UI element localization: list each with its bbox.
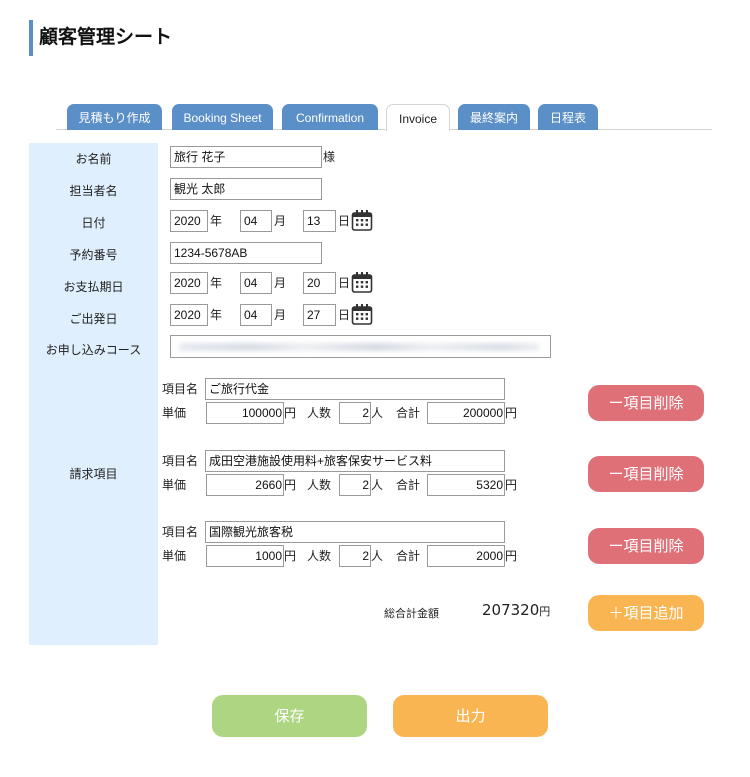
departure-month-input[interactable]: 04 <box>240 304 272 326</box>
yen-unit: 円 <box>505 549 518 563</box>
item-name-label: 項目名 <box>162 382 199 396</box>
yen-unit: 円 <box>284 478 297 492</box>
grand-total: 207320円 <box>482 601 550 619</box>
tab-booking-sheet[interactable]: Booking Sheet <box>172 104 273 130</box>
subtotal-input[interactable]: 5320 <box>427 474 505 496</box>
departure-year-input[interactable]: 2020 <box>170 304 208 326</box>
page-title: 顧客管理シート <box>29 20 172 56</box>
grand-total-value: 207320 <box>482 601 540 619</box>
departure-label: ご出発日 <box>69 312 118 326</box>
payment-due-day-input[interactable]: 20 <box>303 272 336 294</box>
payment-due-label: お支払期日 <box>63 280 124 294</box>
tab-invoice[interactable]: Invoice <box>386 104 450 131</box>
departure-day-input[interactable]: 27 <box>303 304 336 326</box>
tab-itinerary[interactable]: 日程表 <box>538 104 598 130</box>
item-name-input[interactable]: ご旅行代金 <box>205 378 505 400</box>
course-label: お申し込みコース <box>45 343 142 357</box>
unit-price-label: 単価 <box>162 478 187 492</box>
staff-name-label: 担当者名 <box>69 184 118 198</box>
add-item-button[interactable]: ＋項目追加 <box>588 595 704 631</box>
subtotal-input[interactable]: 200000 <box>427 402 505 424</box>
tab-confirmation[interactable]: Confirmation <box>282 104 378 130</box>
staff-name-input[interactable]: 観光 太郎 <box>170 178 322 200</box>
item-name-input[interactable]: 国際観光旅客税 <box>205 521 505 543</box>
pax-input[interactable]: 2 <box>339 545 371 567</box>
item-name-label: 項目名 <box>162 454 199 468</box>
pax-input[interactable]: 2 <box>339 474 371 496</box>
day-unit: 日 <box>338 308 351 322</box>
year-unit: 年 <box>210 276 223 290</box>
booking-number-label: 予約番号 <box>69 248 118 262</box>
calendar-icon[interactable] <box>351 209 373 231</box>
calendar-icon[interactable] <box>351 271 373 293</box>
delete-item-button[interactable]: ー項目削除 <box>588 528 704 564</box>
month-unit: 月 <box>274 308 287 322</box>
person-unit: 人 <box>371 549 384 563</box>
customer-name-label: お名前 <box>75 152 112 166</box>
grand-total-label: 総合計金額 <box>384 607 439 620</box>
customer-name-input[interactable]: 旅行 花子 <box>170 146 322 168</box>
month-unit: 月 <box>274 214 287 228</box>
yen-unit: 円 <box>284 406 297 420</box>
person-unit: 人 <box>371 478 384 492</box>
billing-items-label: 請求項目 <box>69 467 118 481</box>
tab-estimate[interactable]: 見積もり作成 <box>67 104 162 130</box>
date-month-input[interactable]: 04 <box>240 210 272 232</box>
month-unit: 月 <box>274 276 287 290</box>
tab-final-guide[interactable]: 最終案内 <box>458 104 530 130</box>
payment-due-year-input[interactable]: 2020 <box>170 272 208 294</box>
honorific-suffix: 様 <box>323 150 336 164</box>
course-select[interactable] <box>170 335 551 358</box>
unit-price-input[interactable]: 100000 <box>206 402 284 424</box>
save-button[interactable]: 保存 <box>212 695 367 737</box>
pax-label: 人数 <box>307 406 332 420</box>
date-day-input[interactable]: 13 <box>303 210 336 232</box>
calendar-icon[interactable] <box>351 303 373 325</box>
subtotal-label: 合計 <box>396 549 421 563</box>
pax-input[interactable]: 2 <box>339 402 371 424</box>
grand-total-unit: 円 <box>539 605 551 618</box>
unit-price-label: 単価 <box>162 549 187 563</box>
item-name-label: 項目名 <box>162 525 199 539</box>
booking-number-input[interactable]: 1234-5678AB <box>170 242 322 264</box>
pax-label: 人数 <box>307 549 332 563</box>
subtotal-label: 合計 <box>396 406 421 420</box>
yen-unit: 円 <box>284 549 297 563</box>
tab-bar: 見積もり作成 Booking Sheet Confirmation Invoic… <box>56 104 712 131</box>
day-unit: 日 <box>338 214 351 228</box>
yen-unit: 円 <box>505 478 518 492</box>
delete-item-button[interactable]: ー項目削除 <box>588 456 704 492</box>
delete-item-button[interactable]: ー項目削除 <box>588 385 704 421</box>
year-unit: 年 <box>210 214 223 228</box>
day-unit: 日 <box>338 276 351 290</box>
person-unit: 人 <box>371 406 384 420</box>
date-label: 日付 <box>81 216 106 230</box>
payment-due-month-input[interactable]: 04 <box>240 272 272 294</box>
subtotal-label: 合計 <box>396 478 421 492</box>
year-unit: 年 <box>210 308 223 322</box>
unit-price-input[interactable]: 1000 <box>206 545 284 567</box>
output-button[interactable]: 出力 <box>393 695 548 737</box>
pax-label: 人数 <box>307 478 332 492</box>
subtotal-input[interactable]: 2000 <box>427 545 505 567</box>
unit-price-input[interactable]: 2660 <box>206 474 284 496</box>
item-name-input[interactable]: 成田空港施設使用料+旅客保安サービス料 <box>205 450 505 472</box>
course-value-redacted <box>179 343 539 351</box>
unit-price-label: 単価 <box>162 406 187 420</box>
date-year-input[interactable]: 2020 <box>170 210 208 232</box>
yen-unit: 円 <box>505 406 518 420</box>
